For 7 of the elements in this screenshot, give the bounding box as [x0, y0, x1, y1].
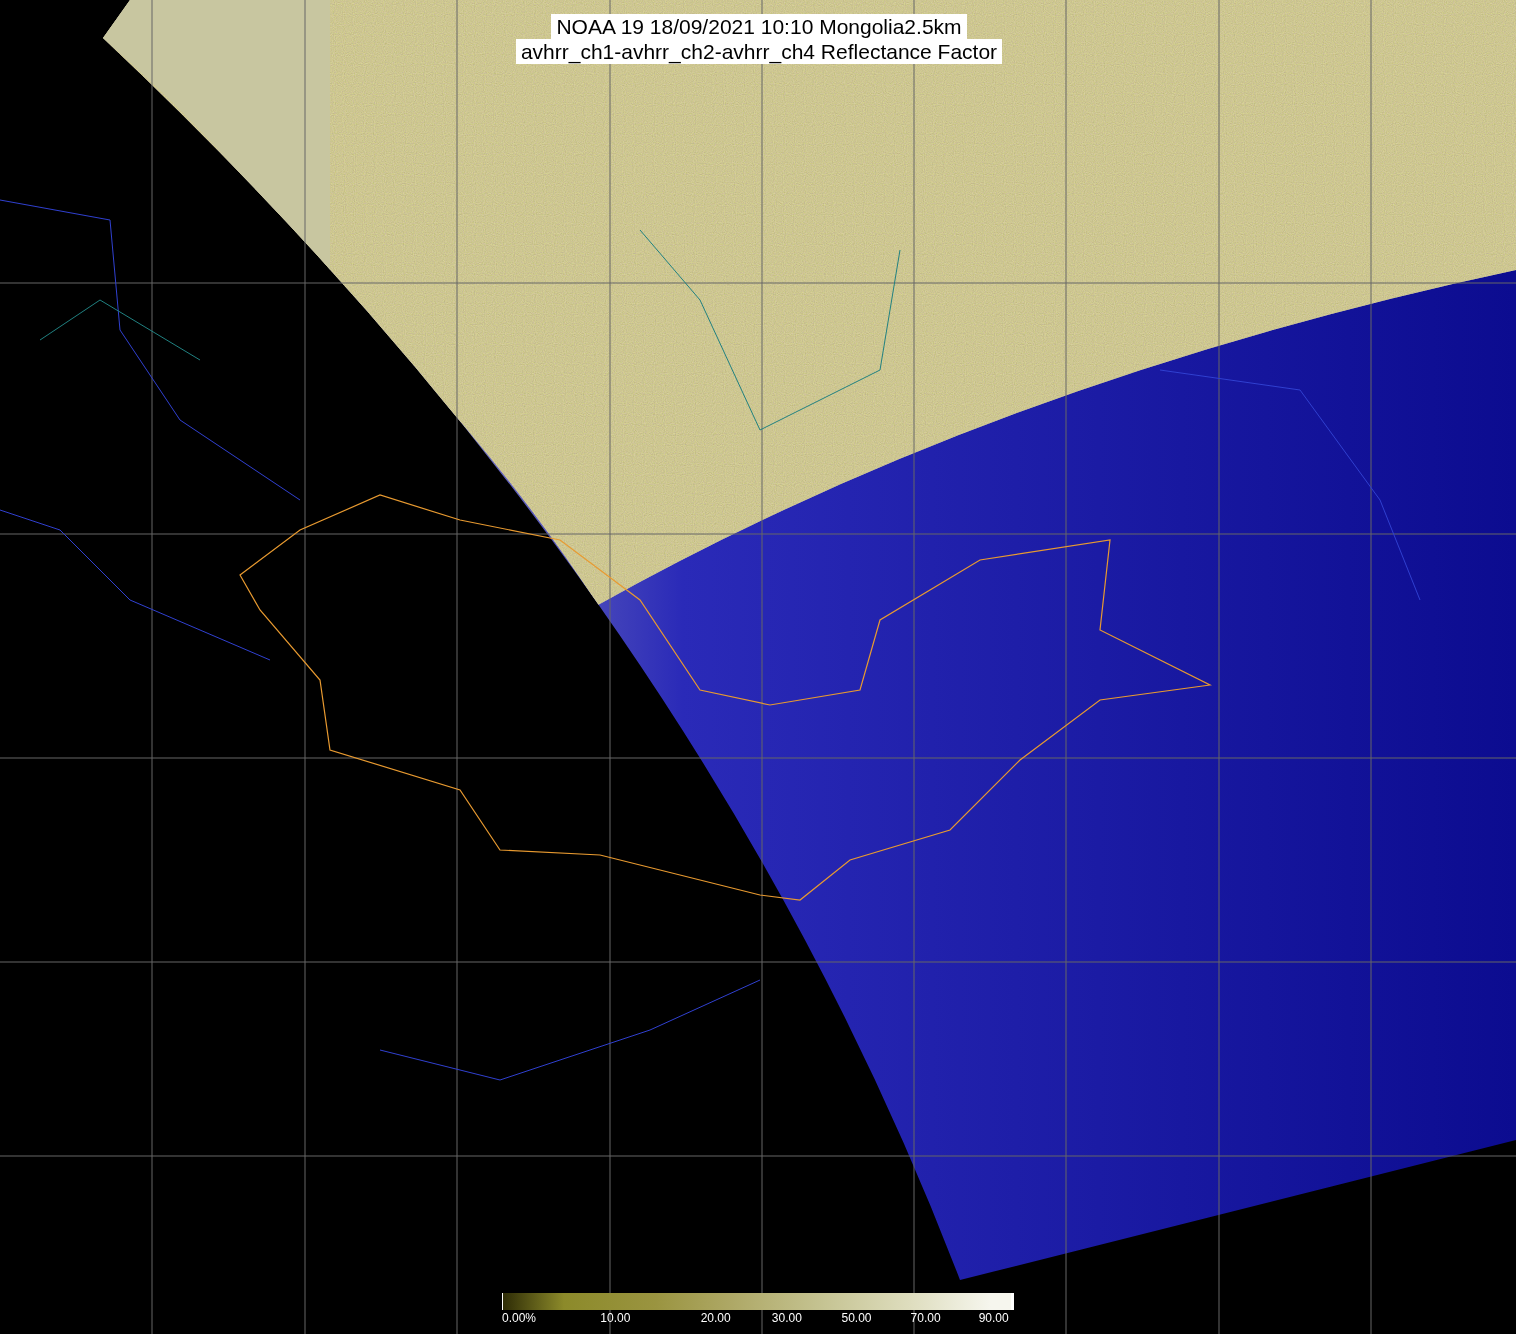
- colorbar-label: 90.00: [978, 1311, 1009, 1325]
- colorbar-label: 20.00: [700, 1311, 731, 1325]
- colorbar-label: 30.00: [771, 1311, 802, 1325]
- colorbar-label: 0.00%: [502, 1311, 537, 1325]
- colorbar-label: 10.00: [600, 1311, 631, 1325]
- colorbar-label: 50.00: [841, 1311, 872, 1325]
- colorbar-label: 70.00: [910, 1311, 941, 1325]
